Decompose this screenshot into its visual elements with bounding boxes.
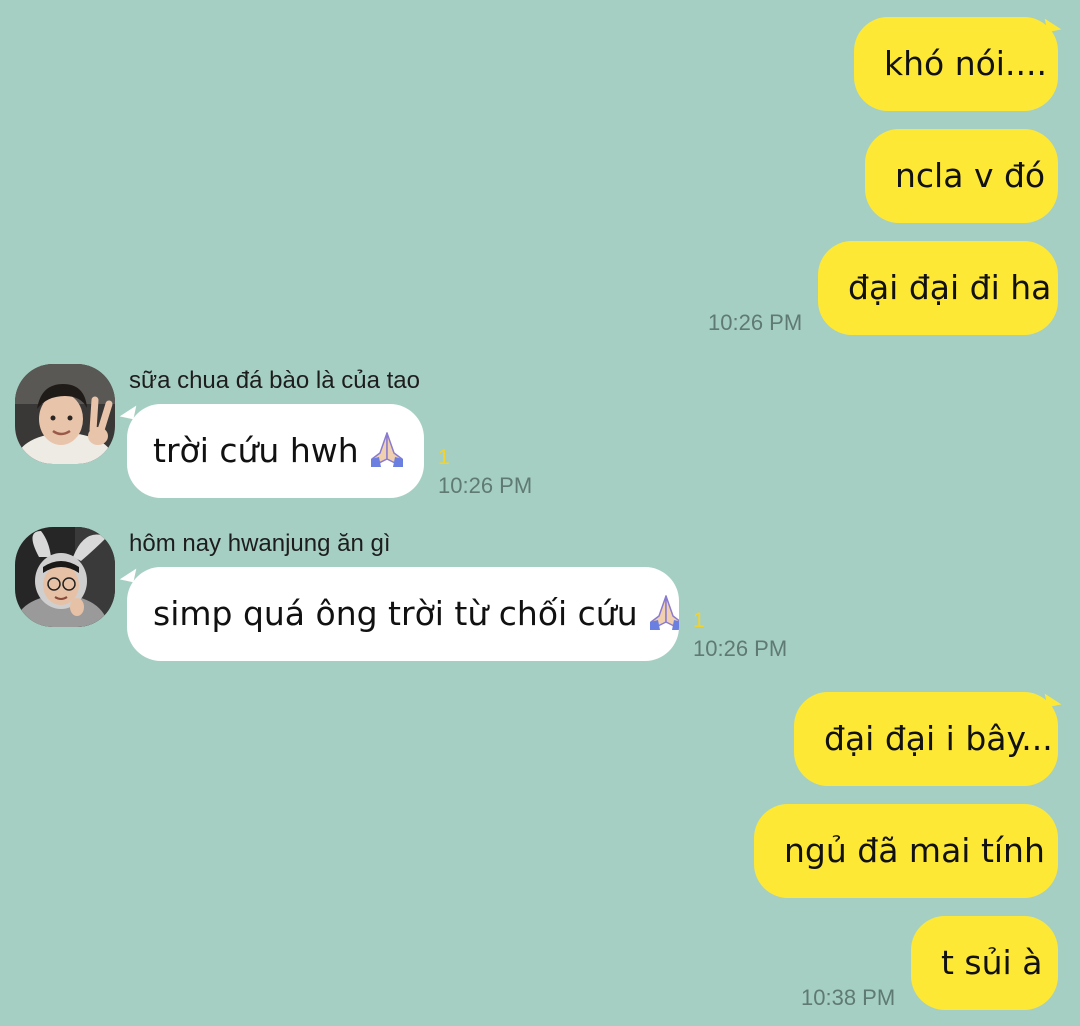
- outgoing-message-bubble[interactable]: khó nói....: [854, 17, 1058, 111]
- message-text: trời cứu hwh: [153, 431, 359, 470]
- chat-area[interactable]: khó nói.... ncla v đó đại đại đi ha 10:2…: [0, 0, 1080, 1026]
- avatar[interactable]: [15, 527, 115, 627]
- outgoing-message-bubble[interactable]: t sủi à: [911, 916, 1058, 1010]
- message-text: đại đại đi ha: [848, 268, 1052, 307]
- unread-count: 1: [693, 609, 705, 632]
- outgoing-message-bubble[interactable]: ncla v đó: [865, 129, 1058, 223]
- folded-hands-icon: [649, 594, 679, 630]
- message-timestamp: 10:26 PM: [693, 636, 788, 661]
- profile-photo: [15, 364, 115, 464]
- sender-name: hôm nay hwanjung ăn gì: [129, 530, 391, 557]
- outgoing-message-bubble[interactable]: ngủ đã mai tính: [754, 804, 1058, 898]
- incoming-message-bubble[interactable]: simp quá ông trời từ chối cứu: [127, 567, 679, 661]
- bubble-tail: [1044, 15, 1062, 33]
- message-text: đại đại i bây...: [824, 719, 1053, 758]
- outgoing-message-bubble[interactable]: đại đại i bây...: [794, 692, 1058, 786]
- message-text: simp quá ông trời từ chối cứu: [153, 594, 638, 633]
- message-text: ngủ đã mai tính: [784, 831, 1045, 870]
- incoming-message-bubble[interactable]: trời cứu hwh: [127, 404, 424, 498]
- profile-photo: [15, 527, 115, 627]
- message-timestamp: 10:38 PM: [801, 985, 896, 1010]
- message-text: t sủi à: [941, 943, 1043, 982]
- bubble-tail: [1044, 690, 1062, 708]
- message-text: khó nói....: [884, 44, 1047, 83]
- folded-hands-icon: [370, 431, 403, 467]
- message-text: ncla v đó: [895, 156, 1046, 195]
- message-timestamp: 10:26 PM: [708, 310, 803, 335]
- bubble-tail: [119, 402, 137, 420]
- unread-count: 1: [438, 446, 450, 469]
- message-timestamp: 10:26 PM: [438, 473, 533, 498]
- sender-name: sữa chua đá bào là của tao: [129, 367, 420, 394]
- bubble-tail: [119, 565, 137, 583]
- outgoing-message-bubble[interactable]: đại đại đi ha: [818, 241, 1058, 335]
- avatar[interactable]: [15, 364, 115, 464]
